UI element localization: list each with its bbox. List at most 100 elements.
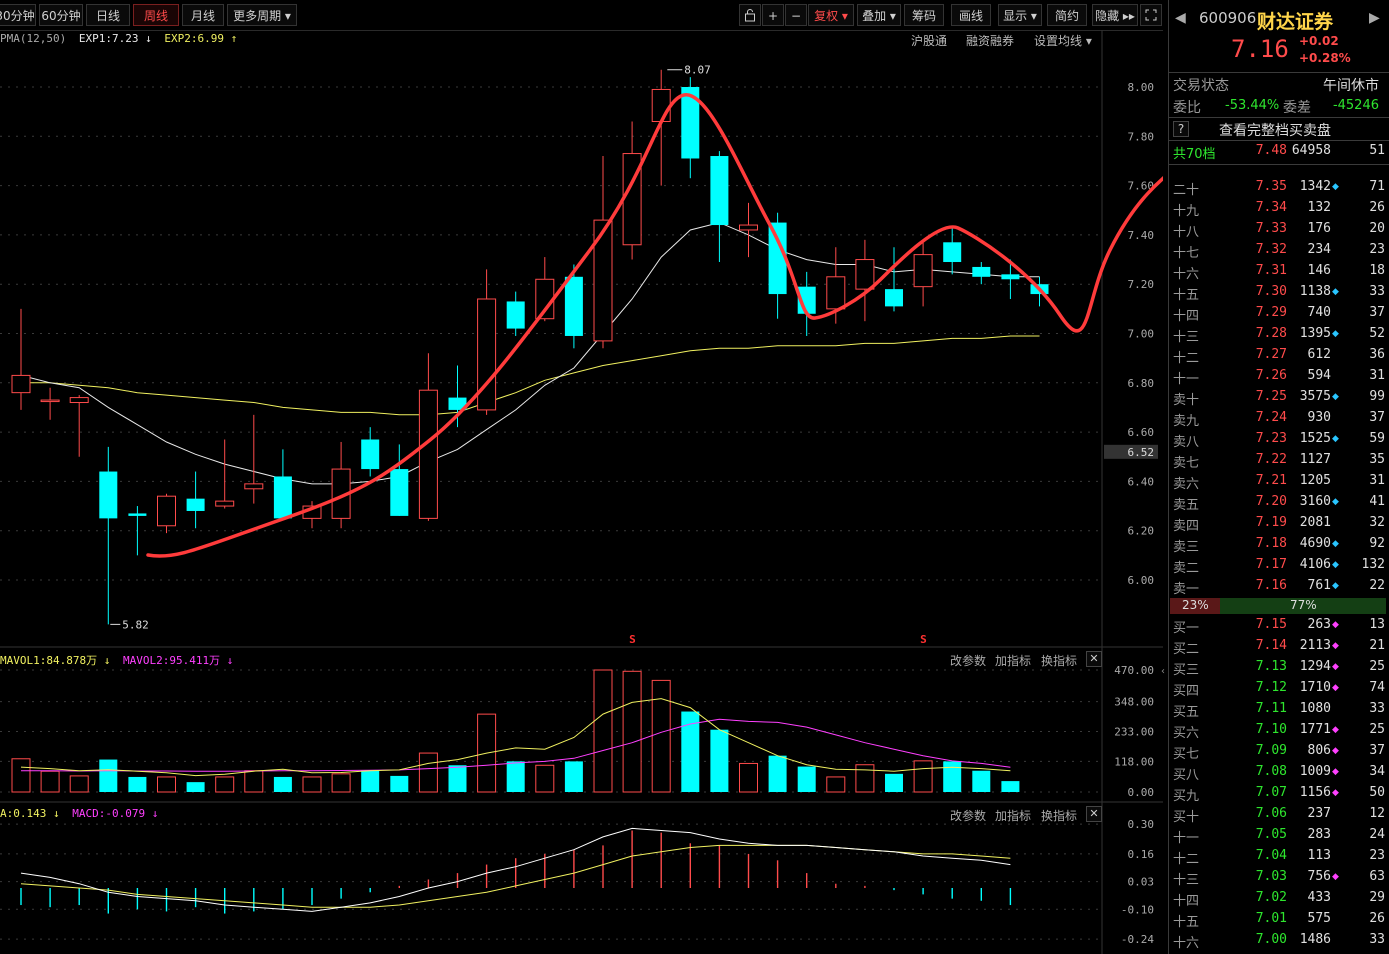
volume-bar [244,770,264,793]
macd-legend: A:0.143 ↓ MACD:-0.079 ↓ [0,807,158,820]
weicha-label: 委差 [1283,100,1311,116]
volume-bar [826,776,846,793]
bid-marker-icon: ◆ [1332,914,1339,924]
bid-order-count: 29 [1369,890,1385,905]
bid-row[interactable]: 买九 7.07 1156 ◆ 50 [1169,783,1389,804]
ask-row[interactable]: 卖七7.221127◆35 [1169,450,1389,471]
volume-bar [302,776,322,793]
candle-body [418,389,438,519]
full-book-link[interactable]: 查看完整档买卖盘 [1219,120,1331,140]
ask-row[interactable]: 卖十 7.25 3575 ◆ 99 [1169,387,1389,408]
ask-row[interactable]: 十七7.32234◆23 [1169,240,1389,261]
bid-row[interactable]: 十五7.01575◆26 [1169,909,1389,930]
ask-marker-icon: ◆ [1332,287,1339,297]
bid-row[interactable]: 买六 7.10 1771 ◆ 25 [1169,720,1389,741]
volume-bar [186,782,205,792]
price-tick-label: 6.40 [1128,475,1155,488]
next-stock-icon[interactable]: ▶ [1369,10,1380,26]
bid-row[interactable]: 买一 7.15 263 ◆ 13 [1169,615,1389,636]
ratio-right-text: 77% [1290,598,1317,612]
price-tick-label: 7.00 [1128,328,1155,341]
ask-row[interactable]: 卖四7.192081◆32 [1169,513,1389,534]
price-tick-label: 7.40 [1128,229,1155,242]
ask-row[interactable]: 卖八 7.23 1525 ◆ 59 [1169,429,1389,450]
volume-bar [1001,781,1020,792]
candle-body [651,88,671,123]
bid-volume: 263 [1307,617,1331,632]
ask-row[interactable]: 十八7.33176◆20 [1169,219,1389,240]
volume-bar [885,773,903,792]
ask-volume: 4690 [1299,536,1331,551]
volume-bar [390,775,409,792]
bid-marker-icon: ◆ [1332,746,1339,756]
bid-row[interactable]: 买八 7.08 1009 ◆ 34 [1169,762,1389,783]
ask-level-label: 卖六 [1173,477,1200,492]
bid-volume: 433 [1307,890,1331,905]
ask-row[interactable]: 十九7.34132◆26 [1169,198,1389,219]
ask-row[interactable]: 十三 7.28 1395 ◆ 52 [1169,324,1389,345]
ask-row[interactable]: 卖六7.211205◆31 [1169,471,1389,492]
ask-row[interactable]: 十五 7.30 1138 ◆ 33 [1169,282,1389,303]
ask-row[interactable]: 卖一 7.16 761 ◆ 22 [1169,576,1389,597]
ask-volume: 594 [1307,368,1331,383]
bid-order-count: 25 [1369,659,1385,674]
volume-bar [69,775,89,793]
ask-marker-icon: ◆ [1332,392,1339,402]
bid-level-label: 买一 [1173,621,1200,636]
prev-stock-icon[interactable]: ◀ [1175,10,1186,26]
ask-row[interactable]: 二十 7.35 1342 ◆ 71 [1169,177,1389,198]
bid-row[interactable]: 买七 7.09 806 ◆ 37 [1169,741,1389,762]
ask-level-label: 卖一 [1173,582,1200,597]
bid-row[interactable]: 买五7.111080◆33 [1169,699,1389,720]
panel-collapse-handle[interactable]: ‹ [1161,660,1168,684]
bid-level-label: 买五 [1173,705,1200,720]
candle-body [244,483,264,490]
ask-row[interactable]: 十一7.26594◆31 [1169,366,1389,387]
signal-marker: S [629,633,636,646]
volume-bar [913,760,933,793]
ask-row[interactable]: 十六7.31146◆18 [1169,261,1389,282]
macd-close-icon[interactable]: ✕ [1086,806,1102,822]
ask-row[interactable]: 十四7.29740◆37 [1169,303,1389,324]
macd-tick-label: 0.16 [1128,848,1155,861]
bid-row[interactable]: 十三 7.03 756 ◆ 63 [1169,867,1389,888]
bid-row[interactable]: 买三 7.13 1294 ◆ 25 [1169,657,1389,678]
macd-add-indicator[interactable]: 加指标 [995,807,1031,824]
volume-bar [535,764,555,793]
ask-row[interactable]: 卖五 7.20 3160 ◆ 41 [1169,492,1389,513]
bid-level-label: 十六 [1173,936,1200,951]
ask-row[interactable]: 十二7.27612◆36 [1169,345,1389,366]
bid-row[interactable]: 十一7.05283◆24 [1169,825,1389,846]
ask-row[interactable]: 卖三 7.18 4690 ◆ 92 [1169,534,1389,555]
ask-volume: 930 [1307,410,1331,425]
mavol1-value: MAVOL1:84.878万 ↓ [0,654,111,667]
ask-level-label: 卖八 [1173,435,1200,450]
bid-volume: 1080 [1299,701,1331,716]
bid-marker-icon: ◆ [1332,662,1339,672]
vol-close-icon[interactable]: ✕ [1086,651,1102,667]
help-icon[interactable]: ? [1173,121,1189,137]
vol-switch-indicator[interactable]: 换指标 [1041,652,1077,669]
bid-order-count: 23 [1369,848,1385,863]
bid-level-label: 买七 [1173,747,1200,762]
bid-row[interactable]: 买十7.06237◆12 [1169,804,1389,825]
bid-marker-icon: ◆ [1332,788,1339,798]
macd-change-params[interactable]: 改参数 [950,807,986,824]
macd-switch-indicator[interactable]: 换指标 [1041,807,1077,824]
vol-add-indicator[interactable]: 加指标 [995,652,1031,669]
vol-tick-label: 0.00 [1128,786,1155,799]
bid-row[interactable]: 十二7.04113◆23 [1169,846,1389,867]
bid-row[interactable]: 十四7.02433◆29 [1169,888,1389,909]
ask-row[interactable]: 卖九7.24930◆37 [1169,408,1389,429]
chart-canvas[interactable]: 8.007.807.607.407.207.006.806.606.406.20… [0,0,1163,954]
bid-volume: 1009 [1299,764,1331,779]
bid-row[interactable]: 买四 7.12 1710 ◆ 74 [1169,678,1389,699]
ask-marker-icon: ◆ [1332,182,1339,192]
bid-marker-icon: ◆ [1332,830,1339,840]
bid-row[interactable]: 买二 7.14 2113 ◆ 21 [1169,636,1389,657]
bid-row[interactable]: 十六7.001486◆33 [1169,930,1389,951]
ask-row[interactable]: 卖二 7.17 4106 ◆ 132 [1169,555,1389,576]
ask-marker-icon: ◆ [1332,539,1339,549]
ask-order-count: 20 [1369,221,1385,236]
vol-change-params[interactable]: 改参数 [950,652,986,669]
